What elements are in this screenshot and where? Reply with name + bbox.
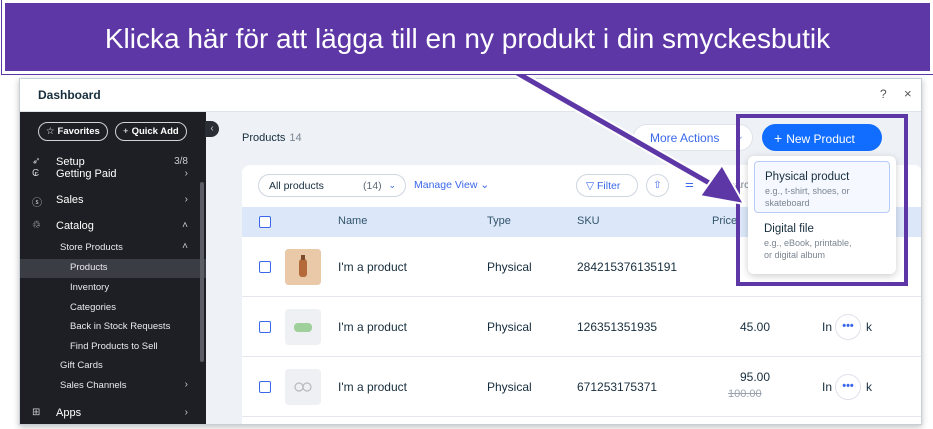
annotation-banner-text: Klicka här för att lägga till en ny prod… bbox=[104, 23, 831, 54]
annotation-banner: Klicka här för att lägga till en ny prod… bbox=[2, 0, 933, 74]
